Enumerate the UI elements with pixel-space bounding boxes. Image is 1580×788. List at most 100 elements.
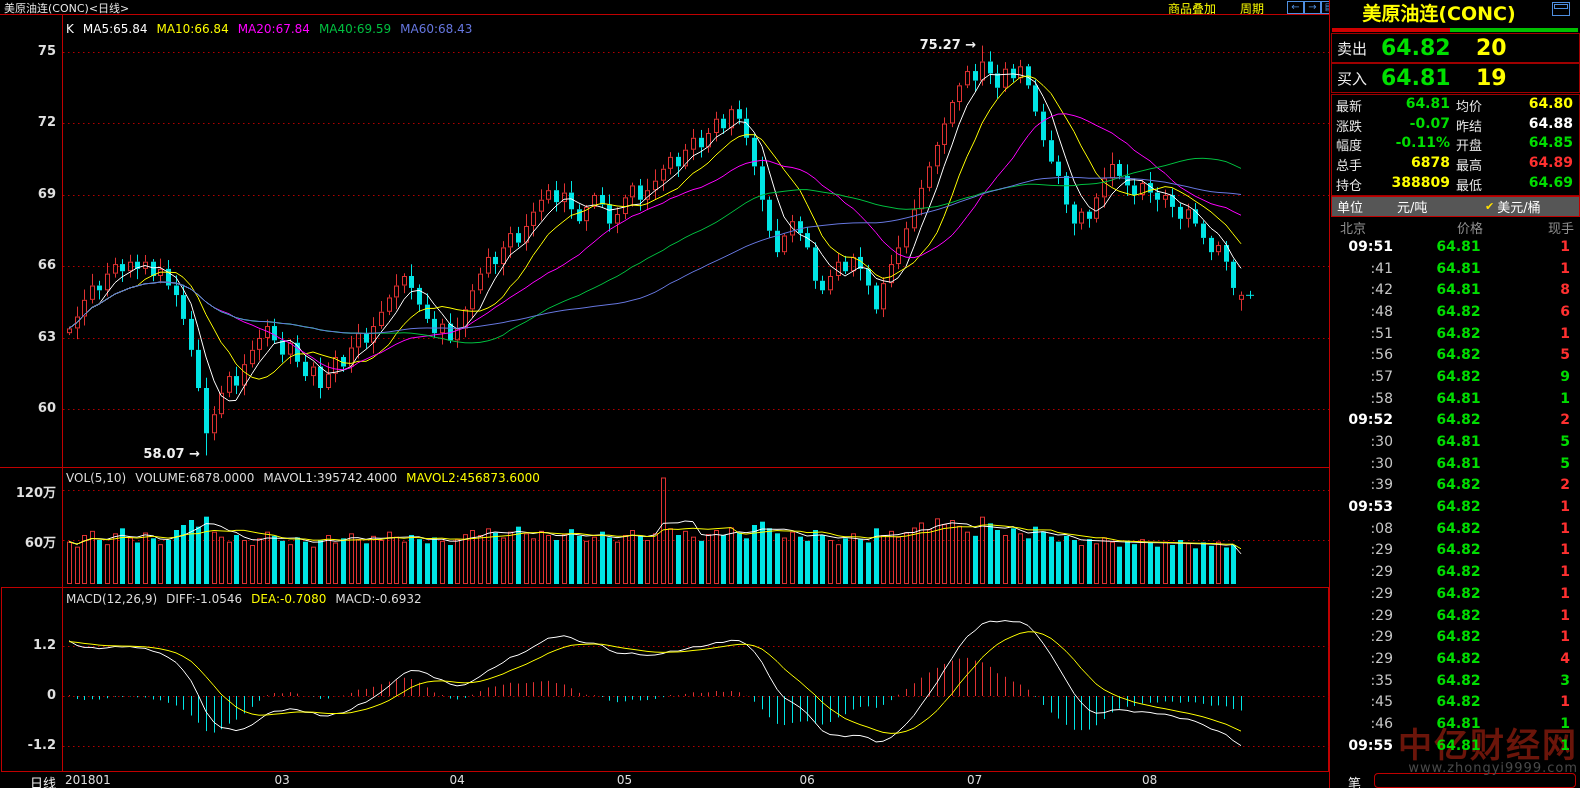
tick-time: :48: [1331, 304, 1393, 320]
x-axis-month-label: 07: [967, 773, 982, 787]
tick-list[interactable]: 09:5164.811:4164.811:4264.818:4864.826:5…: [1331, 236, 1574, 760]
stat-value: 64.80: [1498, 96, 1575, 115]
stat-label: 总手: [1332, 155, 1374, 174]
tick-time: :42: [1331, 282, 1393, 298]
tick-qty: 9: [1524, 369, 1574, 385]
tick-price: 64.81: [1393, 434, 1524, 450]
tick-price: 64.81: [1393, 738, 1524, 754]
tick-row: :4564.821: [1331, 691, 1574, 713]
quote-symbol-title: 美原油连(CONC): [1330, 1, 1548, 27]
tick-time: 09:53: [1331, 499, 1393, 515]
tick-price: 64.82: [1393, 673, 1524, 689]
tick-qty: 6: [1524, 304, 1574, 320]
quote-stats-grid: 最新64.81均价64.80涨跌-0.07昨结64.88幅度-0.11%开盘64…: [1331, 94, 1580, 196]
tick-time: :29: [1331, 542, 1393, 558]
tick-row: :2964.821: [1331, 561, 1574, 583]
tick-qty: 1: [1524, 629, 1574, 645]
volume-chart-canvas[interactable]: [62, 467, 1330, 587]
stat-label: 最低: [1452, 175, 1498, 194]
macd-values-label: MACD(12,26,9)DIFF:-1.0546DEA:-0.7080MACD…: [66, 592, 431, 606]
tick-price: 64.81: [1393, 239, 1524, 255]
tick-qty: 3: [1524, 673, 1574, 689]
stat-label: 开盘: [1452, 135, 1498, 154]
bid-label: 买入: [1337, 68, 1381, 89]
macd-tick-label: -1.2: [0, 738, 56, 753]
tick-time: :29: [1331, 651, 1393, 667]
bid-row: 买入 64.81 19: [1331, 63, 1580, 93]
macd-chart-canvas[interactable]: [62, 588, 1330, 771]
tick-qty: 1: [1524, 564, 1574, 580]
tick-time: :57: [1331, 369, 1393, 385]
tick-row: :2964.821: [1331, 626, 1574, 648]
indicator-label-part: MA60:68.43: [400, 22, 472, 36]
volume-tick-label: 120万: [0, 482, 56, 501]
tick-time: :08: [1331, 521, 1393, 537]
unit-option-cny-per-ton[interactable]: 元/吨: [1397, 197, 1485, 216]
trading-terminal-window: 美原油连(CONC)<日线> 商品叠加 周期 ←→▤ KMA5:65.84MA1…: [0, 0, 1580, 788]
ask-price: 64.82: [1381, 36, 1476, 61]
next-arrow-icon[interactable]: →: [1304, 1, 1321, 14]
tick-time: :45: [1331, 694, 1393, 710]
indicator-label-part: MA20:67.84: [238, 22, 310, 36]
indicator-label-part: MA10:66.84: [156, 22, 228, 36]
tick-list-header-price: 价格: [1410, 218, 1530, 234]
stat-value: -0.07: [1374, 116, 1452, 135]
tick-time: :39: [1331, 477, 1393, 493]
stat-label: 最高: [1452, 155, 1498, 174]
unit-option-usd-per-barrel[interactable]: 美元/桶: [1497, 197, 1540, 216]
tick-qty: 1: [1524, 586, 1574, 602]
tick-qty: 1: [1524, 239, 1574, 255]
ask-label: 卖出: [1337, 38, 1381, 59]
macd-tick-label: 1.2: [0, 638, 56, 653]
indicator-label-part: DIFF:-1.0546: [166, 592, 242, 606]
tick-qty: 5: [1524, 456, 1574, 472]
tick-time: :30: [1331, 434, 1393, 450]
indicator-label-part: VOL(5,10): [66, 471, 126, 485]
tick-qty: 1: [1524, 326, 1574, 342]
ask-row: 卖出 64.82 20: [1331, 33, 1580, 63]
tick-row: 09:5364.821: [1331, 496, 1574, 518]
tick-row: 09:5264.822: [1331, 410, 1574, 432]
tick-row: :3564.823: [1331, 670, 1574, 692]
candlestick-chart-canvas[interactable]: [62, 14, 1330, 467]
stat-value: 64.88: [1498, 116, 1575, 135]
x-axis-month-label: 04: [449, 773, 464, 787]
watermark-url: www.zhongyi9999.com: [1398, 761, 1578, 776]
tick-row: 09:5564.811: [1331, 735, 1574, 757]
tick-time: :35: [1331, 673, 1393, 689]
prev-arrow-icon[interactable]: ←: [1287, 1, 1304, 14]
tick-price: 64.82: [1393, 651, 1524, 667]
tick-time: :58: [1331, 391, 1393, 407]
tick-qty: 1: [1524, 738, 1574, 754]
x-axis-month-label: 03: [274, 773, 289, 787]
tick-price: 64.81: [1393, 456, 1524, 472]
macd-tick-label: 0: [0, 688, 56, 703]
maximize-icon[interactable]: [1552, 2, 1570, 16]
tick-row: :4164.811: [1331, 258, 1574, 280]
tab-pen[interactable]: 笔: [1348, 773, 1361, 788]
tick-qty: 1: [1524, 716, 1574, 732]
tick-qty: 1: [1524, 499, 1574, 515]
stat-value: 388809: [1374, 175, 1452, 194]
tick-qty: 5: [1524, 347, 1574, 363]
buy-ratio-segment: [1450, 28, 1578, 32]
tick-price: 64.82: [1393, 564, 1524, 580]
buy-sell-ratio-bar: [1332, 28, 1578, 32]
ma-values-label: KMA5:65.84MA10:66.84MA20:67.84MA40:69.59…: [66, 22, 481, 36]
tick-price: 64.82: [1393, 629, 1524, 645]
stat-label: 持仓: [1332, 175, 1374, 194]
tick-time: 09:52: [1331, 412, 1393, 428]
stat-label: 均价: [1452, 96, 1498, 115]
tick-row: :2964.821: [1331, 605, 1574, 627]
tick-price: 64.81: [1393, 261, 1524, 277]
ask-qty: 20: [1476, 36, 1507, 61]
tick-time: :30: [1331, 456, 1393, 472]
tick-time: :56: [1331, 347, 1393, 363]
x-axis-month-label: 06: [800, 773, 815, 787]
tick-price: 64.82: [1393, 499, 1524, 515]
x-axis-month-label: 05: [617, 773, 632, 787]
extreme-price-annotation: 58.07 →: [143, 447, 200, 462]
volume-values-label: VOL(5,10)VOLUME:6878.0000MAVOL1:395742.4…: [66, 471, 549, 485]
tick-price: 64.81: [1393, 716, 1524, 732]
tick-qty: 1: [1524, 261, 1574, 277]
